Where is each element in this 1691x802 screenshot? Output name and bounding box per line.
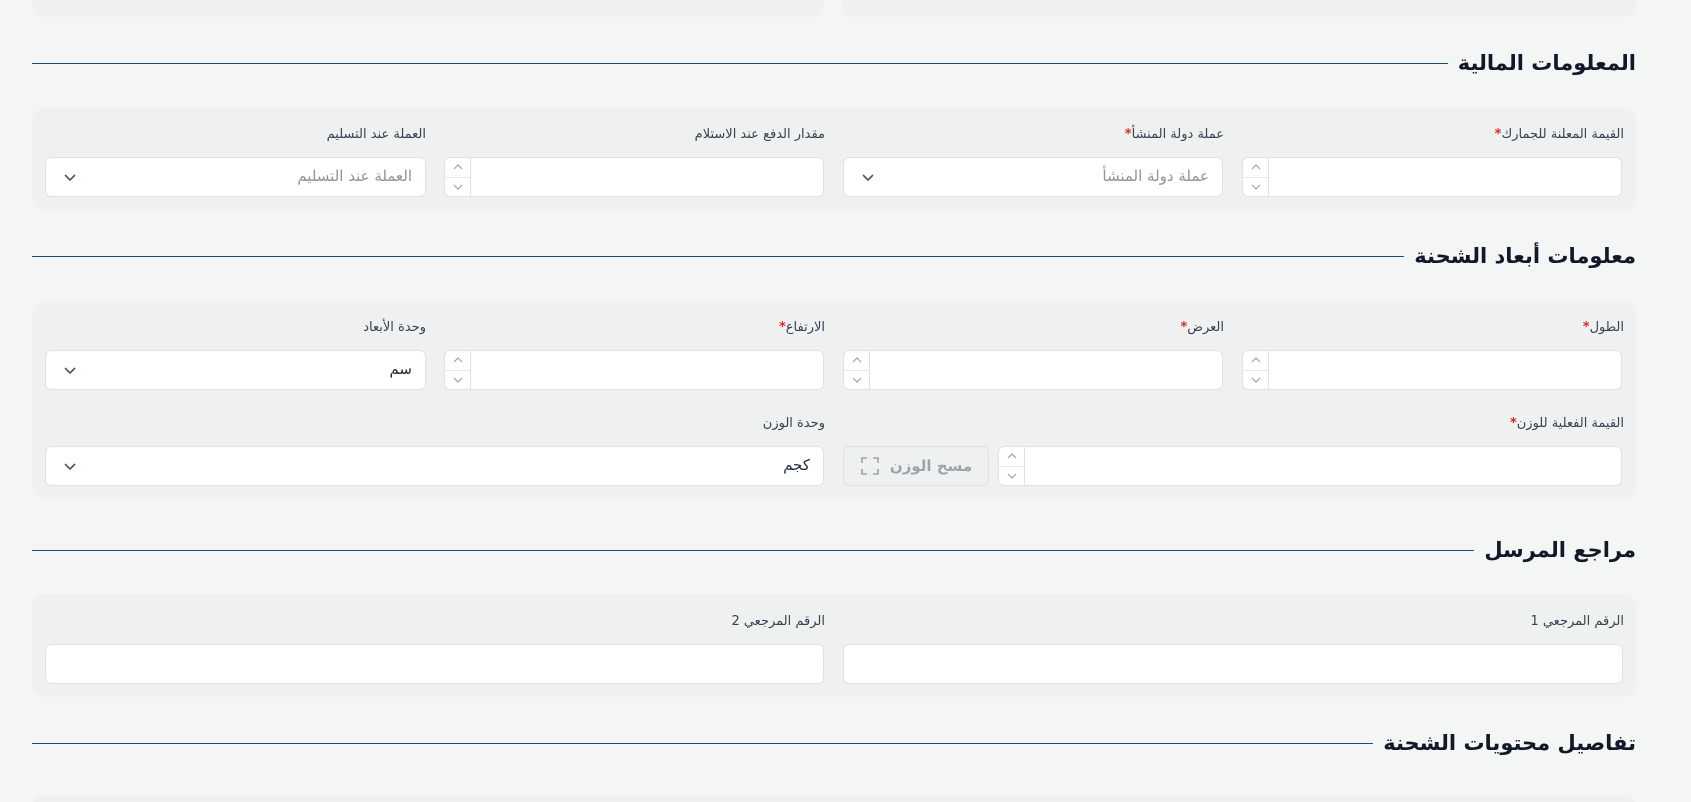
- chevron-down-icon[interactable]: [844, 371, 869, 390]
- field-label: العملة عند التسليم: [326, 127, 426, 142]
- required-marker: *: [1124, 127, 1132, 142]
- height-label: الارتفاع*: [777, 320, 825, 335]
- field-label: الارتفاع: [785, 320, 825, 335]
- section-divider: [32, 742, 1374, 744]
- ref1-input[interactable]: [843, 644, 1623, 684]
- scan-icon: [861, 457, 879, 475]
- height-input[interactable]: [444, 350, 824, 390]
- field-label: وحدة الأبعاد: [363, 320, 426, 335]
- number-stepper[interactable]: [1243, 158, 1269, 196]
- previous-section-card: [842, 0, 1636, 17]
- length-label: الطول*: [1581, 320, 1624, 335]
- number-stepper[interactable]: [445, 158, 471, 196]
- field-label: الرقم المرجعي 2: [731, 614, 825, 629]
- chevron-down-icon[interactable]: [999, 467, 1024, 486]
- scan-weight-button[interactable]: مسح الوزن: [843, 446, 989, 486]
- field-label: عملة دولة المنشأ: [1131, 127, 1224, 142]
- field-label: مقدار الدفع عند الاستلام: [694, 127, 825, 142]
- chevron-down-icon[interactable]: [1243, 178, 1268, 197]
- dimensions-section-header: معلومات أبعاد الشحنة: [32, 241, 1636, 271]
- cod-amount-label: مقدار الدفع عند الاستلام: [695, 127, 825, 142]
- length-input[interactable]: [1242, 350, 1622, 390]
- number-stepper[interactable]: [1243, 351, 1269, 389]
- number-stepper[interactable]: [445, 351, 471, 389]
- field-label: القيمة المعلنة للجمارك: [1501, 127, 1624, 142]
- section-divider: [32, 549, 1475, 551]
- number-stepper[interactable]: [844, 351, 870, 389]
- width-label: العرض*: [1178, 320, 1224, 335]
- chevron-up-icon[interactable]: [1243, 351, 1268, 371]
- field-label: الرقم المرجعي 1: [1530, 614, 1624, 629]
- cod-amount-input[interactable]: [444, 157, 824, 197]
- chevron-down-icon: [64, 367, 76, 375]
- chevron-up-icon[interactable]: [999, 447, 1024, 467]
- select-placeholder: عملة دولة المنشأ: [1102, 167, 1209, 185]
- scan-weight-label: مسح الوزن: [889, 457, 973, 475]
- ref1-label: الرقم المرجعي 1: [1530, 614, 1624, 629]
- width-input[interactable]: [843, 350, 1223, 390]
- field-label: وحدة الوزن: [762, 416, 825, 431]
- financial-section-header: المعلومات المالية: [32, 48, 1636, 78]
- declared-value-input[interactable]: [1242, 157, 1622, 197]
- cod-currency-label: العملة عند التسليم: [327, 127, 426, 142]
- actual-weight-label: القيمة الفعلية للوزن*: [1508, 416, 1624, 431]
- weight-unit-label: وحدة الوزن: [763, 416, 825, 431]
- chevron-down-icon: [862, 174, 874, 182]
- chevron-down-icon[interactable]: [1243, 371, 1268, 390]
- required-marker: *: [778, 320, 786, 335]
- field-label: الطول: [1589, 320, 1624, 335]
- chevron-down-icon: [64, 174, 76, 182]
- chevron-up-icon[interactable]: [844, 351, 869, 371]
- ref2-label: الرقم المرجعي 2: [731, 614, 825, 629]
- dimension-unit-label: وحدة الأبعاد: [363, 320, 426, 335]
- chevron-up-icon[interactable]: [445, 158, 470, 178]
- dimension-unit-select[interactable]: سم: [45, 350, 426, 390]
- contents-card: [32, 796, 1636, 802]
- weight-unit-select[interactable]: كجم: [45, 446, 824, 486]
- chevron-down-icon[interactable]: [445, 178, 470, 197]
- select-value: سم: [389, 360, 412, 378]
- required-marker: *: [1582, 320, 1590, 335]
- number-stepper[interactable]: [999, 447, 1025, 485]
- field-label: القيمة الفعلية للوزن: [1516, 416, 1624, 431]
- origin-currency-label: عملة دولة المنشأ*: [1123, 127, 1224, 142]
- section-title: المعلومات المالية: [1457, 51, 1636, 75]
- required-marker: *: [1509, 416, 1517, 431]
- select-value: كجم: [783, 456, 810, 474]
- origin-currency-select[interactable]: عملة دولة المنشأ: [843, 157, 1223, 197]
- actual-weight-input[interactable]: [998, 446, 1622, 486]
- chevron-up-icon[interactable]: [1243, 158, 1268, 178]
- section-title: تفاصيل محتويات الشحنة: [1383, 731, 1636, 755]
- chevron-down-icon[interactable]: [445, 371, 470, 390]
- select-placeholder: العملة عند التسليم: [297, 167, 412, 185]
- section-divider: [32, 62, 1448, 64]
- section-title: معلومات أبعاد الشحنة: [1414, 244, 1636, 268]
- chevron-down-icon: [64, 463, 76, 471]
- cod-currency-select[interactable]: العملة عند التسليم: [45, 157, 426, 197]
- chevron-up-icon[interactable]: [445, 351, 470, 371]
- contents-section-header: تفاصيل محتويات الشحنة: [32, 728, 1636, 758]
- section-divider: [32, 255, 1405, 257]
- field-label: العرض: [1187, 320, 1224, 335]
- section-title: مراجع المرسل: [1484, 538, 1636, 562]
- ref2-input[interactable]: [45, 644, 824, 684]
- declared-value-label: القيمة المعلنة للجمارك*: [1493, 127, 1624, 142]
- sender-refs-section-header: مراجع المرسل: [32, 535, 1636, 565]
- previous-section-card: [32, 0, 824, 17]
